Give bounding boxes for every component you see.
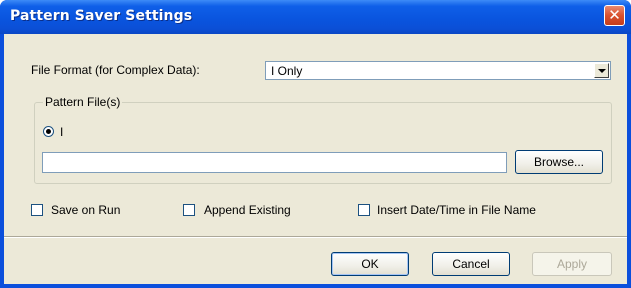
radio-i-label[interactable]: I — [60, 125, 63, 139]
close-button[interactable]: ✕ — [604, 5, 625, 26]
radio-i[interactable] — [43, 126, 54, 137]
radio-selected-dot — [46, 129, 51, 134]
close-icon: ✕ — [608, 6, 621, 24]
ok-button-label: OK — [361, 257, 379, 271]
append-existing-checkbox[interactable] — [183, 204, 195, 216]
insert-datetime-label[interactable]: Insert Date/Time in File Name — [377, 203, 536, 217]
append-existing-label[interactable]: Append Existing — [204, 203, 291, 217]
pattern-files-group: Pattern File(s) I Browse... — [34, 95, 612, 184]
file-format-label: File Format (for Complex Data): — [31, 63, 200, 77]
footer-separator — [4, 236, 627, 238]
cancel-button[interactable]: Cancel — [432, 252, 510, 276]
file-format-dropdown[interactable]: I Only — [265, 61, 611, 80]
insert-datetime-checkbox[interactable] — [358, 204, 370, 216]
save-on-run-label[interactable]: Save on Run — [51, 203, 120, 217]
pattern-file-path-input[interactable] — [42, 152, 507, 173]
file-format-value: I Only — [271, 64, 303, 78]
save-on-run-checkbox[interactable] — [31, 204, 43, 216]
window-title: Pattern Saver Settings — [10, 8, 193, 24]
dialog-body: File Format (for Complex Data): I Only P… — [4, 34, 627, 284]
title-bar[interactable]: Pattern Saver Settings ✕ — [0, 0, 631, 34]
browse-button[interactable]: Browse... — [515, 150, 603, 174]
ok-button[interactable]: OK — [331, 252, 409, 276]
pattern-files-legend: Pattern File(s) — [43, 95, 123, 109]
apply-button[interactable]: Apply — [532, 252, 612, 276]
chevron-down-icon[interactable] — [594, 63, 609, 78]
browse-button-label: Browse... — [533, 155, 584, 169]
cancel-button-label: Cancel — [452, 257, 490, 271]
dialog-window: Pattern Saver Settings ✕ File Format (fo… — [0, 0, 631, 288]
apply-button-label: Apply — [556, 257, 588, 271]
